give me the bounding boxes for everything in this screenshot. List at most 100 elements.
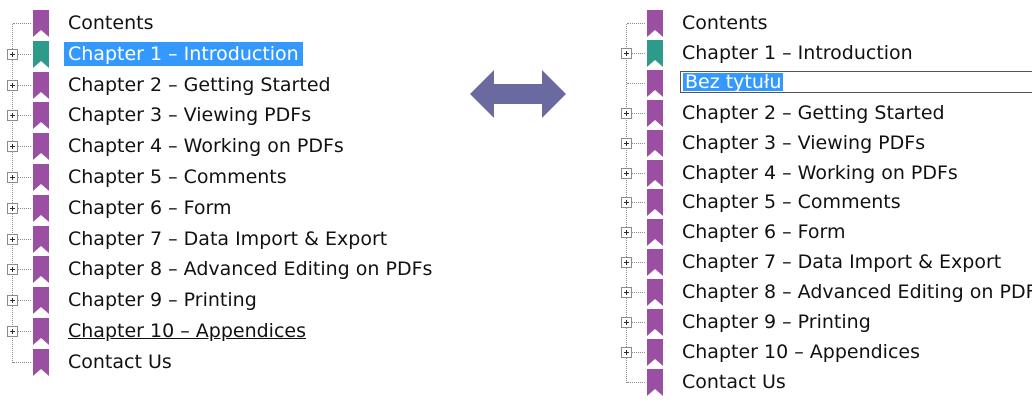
expand-toggle-icon[interactable] (7, 48, 18, 60)
tree-item-row[interactable]: Chapter 7 – Data Import & Export (0, 225, 440, 254)
expand-toggle-icon[interactable] (7, 295, 18, 307)
tree-item-row[interactable]: Bez tytułu (612, 69, 1032, 98)
tree-item-row[interactable]: Chapter 9 – Printing (0, 287, 440, 315)
tree-branch-line (13, 23, 31, 24)
tree-item-row[interactable]: Chapter 10 – Appendices (612, 338, 1032, 367)
bookmark-icon (32, 318, 50, 346)
expand-toggle-icon[interactable] (7, 264, 18, 276)
bookmark-shape (647, 10, 663, 37)
tree-item-row[interactable]: Chapter 2 – Getting Started (0, 71, 440, 100)
tree-item-row[interactable]: Chapter 3 – Viewing PDFs (0, 102, 440, 130)
bookmark-label: Chapter 4 – Working on PDFs (682, 161, 958, 184)
bookmark-shape (647, 249, 663, 277)
right-bookmark-tree: Contents Chapter 1 – Introduction Bez tytu… (612, 0, 1032, 396)
tree-item-row[interactable]: Chapter 6 – Form (0, 194, 440, 223)
bookmark-shape (33, 318, 49, 345)
tree-item-row[interactable]: Chapter 2 – Getting Started (612, 99, 1032, 128)
bookmark-label: Chapter 2 – Getting Started (682, 101, 945, 124)
bookmark-icon (646, 189, 664, 217)
tree-item-row[interactable]: Chapter 1 – Introduction (612, 39, 1032, 68)
tree-item-row[interactable]: Chapter 7 – Data Import & Export (612, 249, 1032, 277)
tree-root-row[interactable]: Contents (612, 10, 1032, 38)
bookmark-label: Chapter 7 – Data Import & Export (682, 251, 1002, 274)
bookmark-icon (646, 159, 664, 188)
tree-item-row[interactable]: Chapter 1 – Introduction (0, 40, 440, 69)
bookmark-icon (32, 256, 50, 284)
bookmark-icon (646, 69, 664, 98)
double-arrow-icon (470, 70, 566, 118)
bookmark-shape (33, 225, 49, 253)
expand-toggle-icon[interactable] (621, 197, 632, 209)
double-arrow-shape (470, 70, 566, 118)
bookmark-shape (647, 219, 663, 247)
expand-toggle-icon[interactable] (621, 317, 632, 328)
bookmark-icon (32, 102, 50, 130)
tree-item-row[interactable]: Chapter 4 – Working on PDFs (0, 133, 440, 161)
bookmark-shape (647, 368, 663, 396)
tree-branch-line (627, 82, 645, 84)
bookmark-shape (647, 159, 663, 187)
expand-toggle-icon[interactable] (621, 107, 632, 119)
expand-toggle-icon[interactable] (621, 257, 632, 269)
bookmark-icon (32, 164, 50, 192)
expand-toggle-icon[interactable] (7, 202, 18, 214)
bookmark-icon (646, 219, 664, 247)
tree-item-row[interactable]: Contact Us (612, 368, 1032, 397)
bookmark-shape (33, 40, 49, 68)
expand-toggle-icon[interactable] (621, 167, 632, 179)
expand-toggle-icon[interactable] (7, 141, 18, 153)
bookmark-label: Chapter 1 – Introduction (682, 41, 913, 64)
bookmark-label: Chapter 9 – Printing (68, 289, 257, 312)
bookmark-label: Contact Us (68, 350, 172, 373)
bookmark-shape (647, 189, 663, 217)
bookmark-icon (32, 194, 50, 223)
bookmark-icon (32, 133, 50, 161)
bookmark-label: Chapter 6 – Form (682, 221, 846, 244)
bookmark-icon (32, 40, 50, 69)
tree-item-row[interactable]: Chapter 6 – Form (612, 219, 1032, 247)
expand-toggle-icon[interactable] (7, 172, 18, 183)
tree-item-row[interactable]: Chapter 10 – Appendices (0, 318, 440, 346)
bookmark-label: Chapter 8 – Advanced Editing on PDFs (682, 281, 1032, 304)
bookmark-shape (647, 69, 663, 97)
tree-item-row[interactable]: Chapter 3 – Viewing PDFs (612, 129, 1032, 158)
expand-toggle-icon[interactable] (621, 137, 632, 149)
expand-toggle-icon[interactable] (621, 346, 632, 358)
tree-root-row[interactable]: Contents (0, 10, 440, 38)
tree-item-row[interactable]: Contact Us (0, 348, 440, 377)
expand-toggle-icon[interactable] (7, 79, 18, 91)
bookmark-shape (647, 99, 663, 127)
expand-toggle-icon[interactable] (621, 227, 632, 239)
rename-input[interactable]: Bez tytułu (680, 70, 1032, 93)
bookmark-icon (646, 368, 664, 397)
expand-toggle-icon[interactable] (7, 326, 18, 337)
bookmark-label: Chapter 5 – Comments (682, 191, 901, 214)
tree-item-row[interactable]: Chapter 9 – Printing (612, 309, 1032, 337)
expand-toggle-icon[interactable] (7, 110, 18, 122)
bookmark-label: Chapter 3 – Viewing PDFs (682, 131, 926, 154)
bookmark-label: Chapter 7 – Data Import & Export (68, 227, 388, 250)
bookmark-icon (32, 225, 50, 254)
tree-item-row[interactable]: Chapter 5 – Comments (612, 189, 1032, 217)
tree-item-row[interactable]: Chapter 8 – Advanced Editing on PDFs (612, 279, 1032, 307)
expand-toggle-icon[interactable] (7, 233, 18, 245)
tree-item-row[interactable]: Chapter 5 – Comments (0, 164, 440, 192)
bookmark-label: Chapter 3 – Viewing PDFs (68, 104, 312, 127)
tree-root-label: Contents (682, 12, 768, 34)
bookmark-shape (647, 39, 663, 67)
expand-toggle-icon[interactable] (621, 287, 632, 299)
tree-branch-line (627, 381, 645, 383)
expand-toggle-icon[interactable] (621, 47, 632, 59)
bookmark-shape (33, 348, 49, 376)
bookmark-shape (33, 164, 49, 191)
left-bookmark-tree: Contents Chapter 1 – Introduction Chapter … (0, 0, 440, 391)
tree-item-row[interactable]: Chapter 8 – Advanced Editing on PDFs (0, 256, 440, 284)
bookmark-icon (646, 309, 664, 337)
bookmark-shape (33, 71, 49, 99)
tree-root-label: Contents (68, 12, 154, 34)
tree-item-row[interactable]: Chapter 4 – Working on PDFs (612, 159, 1032, 188)
bookmark-icon (646, 10, 664, 38)
rename-input-value[interactable]: Bez tytułu (683, 72, 784, 91)
bookmark-shape (647, 338, 663, 366)
bookmark-label: Chapter 2 – Getting Started (68, 73, 331, 96)
